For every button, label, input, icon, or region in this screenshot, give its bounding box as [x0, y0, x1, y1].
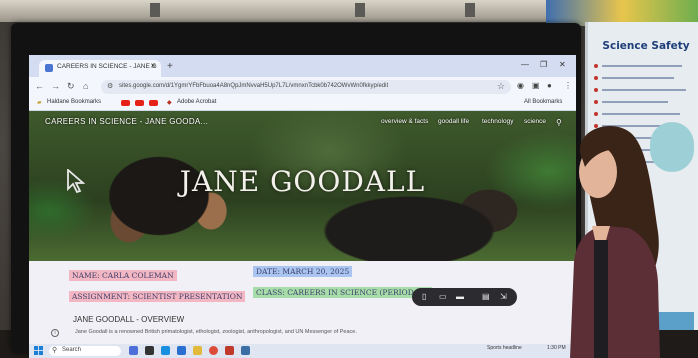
comment-icon[interactable]: ▤: [482, 292, 490, 301]
copilot-icon[interactable]: [129, 346, 138, 355]
ceiling-clip: [355, 3, 365, 17]
screen: CAREERS IN SCIENCE - JANE G ✕ + — ❐ ✕ ← …: [29, 55, 576, 358]
taskbar-search[interactable]: ⚲ Search: [49, 346, 121, 356]
bookmark-all[interactable]: All Bookmarks: [524, 99, 562, 105]
hero-heading: JANE GOODALL: [179, 165, 426, 198]
youtube-icon[interactable]: [135, 100, 144, 106]
site-title[interactable]: CAREERS IN SCIENCE - JANE GOODA...: [45, 117, 208, 126]
nav-technology[interactable]: technology: [482, 118, 513, 125]
person-presenter: [570, 125, 660, 358]
bookmarks-bar: ▰ Haldane Bookmarks ◆ Adobe Acrobat All …: [29, 97, 576, 111]
browser-tab-strip: CAREERS IN SCIENCE - JANE G ✕ + — ❐ ✕: [29, 55, 576, 77]
date-field: DATE: MARCH 20, 2025: [253, 266, 353, 277]
name-field: NAME: CARLA COLEMAN: [69, 270, 177, 281]
bookmark-haldane[interactable]: Haldane Bookmarks: [47, 99, 101, 105]
assignment-field: ASSIGNMENT: SCIENTIST PRESENTATION: [69, 291, 246, 302]
site-info-icon[interactable]: ⚙: [107, 82, 113, 90]
app-icon[interactable]: [241, 346, 250, 355]
browser-toolbar: ← → ↻ ⌂ ⚙ sites.google.com/d/1YgmrYFbFbu…: [29, 77, 576, 97]
tab-title: CAREERS IN SCIENCE - JANE G: [57, 63, 157, 70]
acrobat-icon: ◆: [167, 100, 172, 106]
youtube-icon[interactable]: [121, 100, 130, 106]
home-icon[interactable]: ⌂: [83, 81, 88, 91]
minimize-icon[interactable]: —: [521, 60, 529, 69]
info-icon[interactable]: i: [51, 329, 59, 337]
extensions-puzzle-icon[interactable]: ▣: [532, 81, 540, 90]
smart-board-display: CAREERS IN SCIENCE - JANE G ✕ + — ❐ ✕ ← …: [11, 23, 581, 358]
maximize-icon[interactable]: ❐: [540, 60, 547, 69]
nav-overview[interactable]: overview & facts: [381, 118, 428, 125]
tray-status[interactable]: Sports headline: [487, 346, 522, 351]
close-window-icon[interactable]: ✕: [559, 60, 566, 69]
back-icon[interactable]: ←: [35, 81, 44, 91]
windows-start-icon[interactable]: [34, 346, 43, 355]
chrome-icon[interactable]: [209, 346, 218, 355]
url-text: sites.google.com/d/1YgmrYFbFbuoa4A8nQpJm…: [119, 83, 389, 89]
extension-icon[interactable]: ◉: [517, 81, 524, 90]
reload-icon[interactable]: ↻: [67, 81, 75, 92]
tablet-view-icon[interactable]: ▭: [439, 292, 447, 301]
phone-view-icon[interactable]: ▯: [422, 292, 426, 301]
bookmark-adobe-acrobat[interactable]: Adobe Acrobat: [177, 99, 216, 105]
browser-tab[interactable]: CAREERS IN SCIENCE - JANE G ✕: [39, 60, 161, 77]
ceiling-clip: [465, 3, 475, 17]
desktop-view-icon[interactable]: ▬: [456, 292, 464, 301]
exit-preview-icon[interactable]: ⇲: [500, 292, 507, 301]
profile-icon[interactable]: ●: [547, 81, 552, 90]
folder-icon: ▰: [37, 100, 42, 106]
forward-icon[interactable]: →: [51, 81, 60, 91]
bookmark-star-icon[interactable]: ☆: [497, 81, 505, 92]
youtube-icon[interactable]: [149, 100, 158, 106]
office-icon[interactable]: [225, 346, 234, 355]
menu-icon[interactable]: ⋮: [564, 81, 572, 90]
windows-taskbar: ⚲ Search Sports headline 1:30 PM: [29, 344, 576, 358]
search-icon: ⚲: [52, 347, 58, 354]
class-field: CLASS: CAREERS IN SCIENCE (PERIOD 9B): [253, 287, 433, 298]
new-tab-icon[interactable]: +: [167, 61, 173, 72]
poster-title: Science Safety: [602, 40, 690, 52]
nav-goodall-life[interactable]: goodall life: [438, 118, 469, 125]
taskbar-search-label: Search: [62, 347, 82, 353]
task-view-icon[interactable]: [145, 346, 154, 355]
overview-bullet: Jane Goodall is a renowned British prima…: [75, 329, 357, 335]
address-bar[interactable]: ⚙ sites.google.com/d/1YgmrYFbFbuoa4A8nQp…: [101, 80, 511, 94]
overview-heading: JANE GOODALL - OVERVIEW: [73, 315, 185, 324]
file-explorer-icon[interactable]: [193, 346, 202, 355]
store-icon[interactable]: [177, 346, 186, 355]
google-sites-icon: [45, 64, 53, 72]
close-tab-icon[interactable]: ✕: [150, 62, 156, 70]
hero-banner-chimpanzees: CAREERS IN SCIENCE - JANE GOODA... overv…: [29, 111, 576, 261]
floating-toolbar: ▯ ▭ ▬ ▤ ⇲: [412, 288, 517, 306]
edge-icon[interactable]: [161, 346, 170, 355]
ceiling-clip: [150, 3, 160, 17]
